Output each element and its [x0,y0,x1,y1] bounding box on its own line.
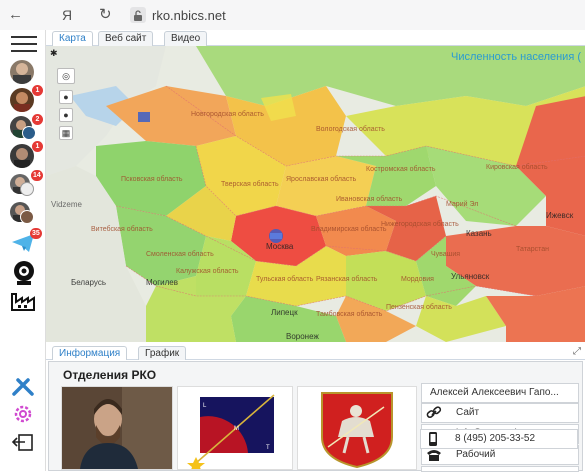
avatar[interactable] [10,144,34,168]
tab-video[interactable]: Видео [164,31,208,46]
map-title: Численность населения ( [451,51,581,63]
tools-icon[interactable] [10,376,38,400]
info-panel: Отделения РКО L M T Алексей Алексеевич Г… [48,361,583,473]
expand-icon[interactable]: ⤢ [573,346,581,357]
region-label: Владимирская область [311,226,387,233]
contact-text: Сайт [456,407,480,418]
avatar[interactable] [20,182,34,196]
avatar[interactable] [10,60,34,84]
region-label: Тульская область [256,276,314,283]
diagram-label: T [266,445,270,451]
city-label: Беларусь [71,278,106,287]
region-label: Витебская область [91,226,153,233]
region-label: Тамбовская область [316,311,383,318]
browser-toolbar: ← Я ↻ rko.nbics.net [0,0,585,30]
webcam-icon[interactable] [10,260,38,285]
region-label: Калужская область [176,268,239,275]
region-label: Ярославская область [286,176,357,183]
top-tabs: Карта Веб сайт Видео [46,30,585,46]
city-label: Москва [266,242,294,251]
contact-name: Алексей Алексеевич Гапо... [421,383,579,403]
region-label: Vidzeme [51,200,82,209]
locate-button[interactable]: ● [59,90,73,104]
notification-badge: 1 [32,85,43,96]
office-marker[interactable] [138,112,150,122]
region-label: Нижегородская область [381,221,459,228]
phone-icon [426,448,442,462]
diagram-label: M [234,426,239,432]
contact-website[interactable]: Сайт [421,403,579,423]
region-label: Тверская область [221,181,279,188]
url-text: rko.nbics.net [152,7,226,23]
avatar[interactable] [20,210,34,224]
notification-badge: 35 [30,228,42,239]
region-label: Татарстан [516,246,550,253]
city-label: Казань [466,229,492,238]
notification-badge: 1 [32,141,43,152]
region-label: Вологодская область [316,126,385,133]
address-bar[interactable]: rko.nbics.net [130,6,226,24]
region-label: Смоленская область [146,251,214,258]
region-label: Псковская область [121,176,183,183]
choropleth-map [46,46,585,342]
region-label: Костромская область [366,166,436,173]
avatar[interactable] [10,88,34,112]
factory-icon[interactable] [10,288,38,312]
city-label: Ульяновск [451,272,490,281]
gear-icon[interactable]: ✱ [50,48,58,59]
population-map[interactable]: Численность населения ( ◎ ● ● ▦ ✱ Новгор… [46,46,585,342]
notification-badge: 14 [31,170,43,181]
tab-map[interactable]: Карта [52,31,93,46]
coat-of-arms-image[interactable] [297,386,417,470]
city-label: Липецк [271,308,298,317]
menu-icon[interactable] [11,36,37,52]
settings-gear-icon[interactable] [10,402,38,426]
region-label: Пензенская область [386,304,452,311]
tab-information[interactable]: Информация [52,346,128,360]
yandex-button[interactable]: Я [62,5,72,25]
left-sidebar: 1 2 1 14 35 [0,30,46,471]
region-label: Новгородская область [191,111,264,118]
logout-icon[interactable] [10,432,38,456]
panel-title: Отделения РКО [63,368,157,382]
city-label: Могилев [146,278,178,287]
zoom-reset-button[interactable]: ◎ [57,68,75,84]
region-label: Кировская область [486,164,548,171]
region-label: Марий Эл [446,201,479,208]
person-photo[interactable] [61,386,173,470]
info-tabs: Информация График ⤢ [46,344,585,360]
contact-mobile[interactable] [420,461,578,471]
region-label: Чувашия [431,251,461,258]
tab-website[interactable]: Веб сайт [98,31,154,46]
link-icon [426,406,442,420]
mobile-icon [425,432,441,446]
lock-icon [130,7,146,23]
main-area: Карта Веб сайт Видео Численность населен… [46,30,585,473]
diagram-image[interactable]: L M T [177,386,293,473]
person-name: Алексей Алексеевич Гапо... [430,387,559,398]
region-label: Мордовия [401,276,434,283]
tab-chart[interactable]: График [138,346,187,360]
avatar[interactable] [22,126,36,140]
region-label: Рязанская область [316,276,378,283]
print-icon[interactable]: ▦ [59,126,73,140]
city-label: Воронеж [286,332,319,341]
notification-badge: 2 [32,114,43,125]
back-button[interactable]: ← [8,5,23,25]
contact-mobile-row[interactable]: 8 (495) 205-33-52 [420,429,578,449]
city-label: Ижевск [546,211,574,220]
reload-button[interactable]: ↻ [99,5,112,25]
region-label: Ивановская область [336,196,403,203]
contact-text: 8 (495) 205-33-52 [455,433,536,444]
layer-button[interactable]: ● [59,108,73,122]
